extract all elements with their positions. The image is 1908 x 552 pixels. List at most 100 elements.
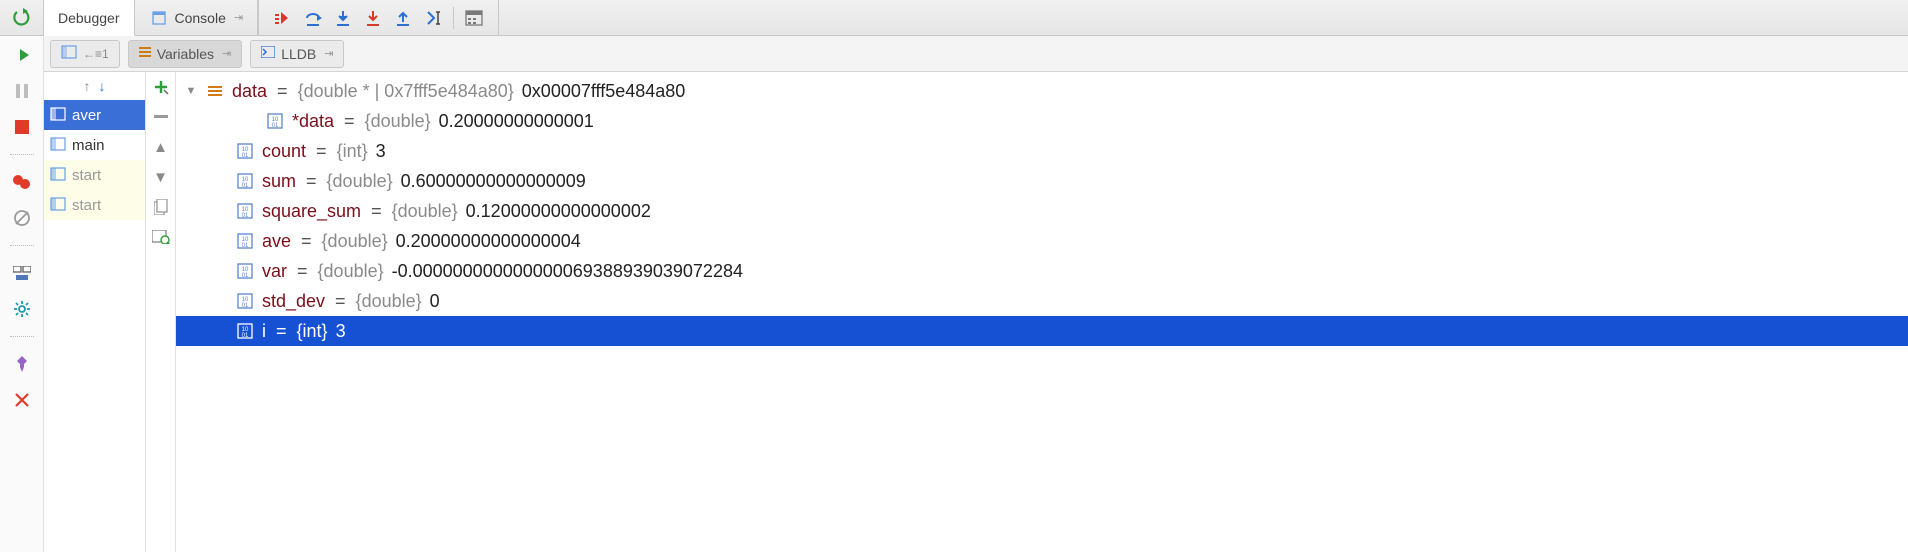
equals-sign: = — [297, 256, 308, 286]
step-into-icon[interactable] — [333, 8, 353, 28]
step-buttons-group — [258, 0, 499, 35]
equals-sign: = — [344, 106, 355, 136]
var-name: std_dev — [262, 286, 325, 316]
lldb-icon — [261, 46, 275, 61]
frames-list[interactable]: aver main start start — [44, 100, 145, 552]
svg-text:01: 01 — [242, 273, 249, 279]
variable-row[interactable]: 1001i={int} 3 — [176, 316, 1908, 346]
var-name: var — [262, 256, 287, 286]
tab-console[interactable]: Console ⇥ — [135, 0, 259, 35]
debugger-content: ←≡1 Variables ⇥ LLDB ⇥ ↑ — [44, 36, 1908, 552]
tab-debugger[interactable]: Debugger — [44, 0, 135, 36]
var-type: {double} — [365, 106, 431, 136]
equals-sign: = — [277, 76, 288, 106]
frame-icon — [50, 167, 66, 183]
equals-sign: = — [301, 226, 312, 256]
var-name: data — [232, 76, 267, 106]
svg-text:01: 01 — [242, 213, 249, 219]
next-frame-icon[interactable]: ↓ — [99, 78, 106, 94]
var-type: {int} — [337, 136, 368, 166]
prev-frame-icon[interactable]: ↑ — [84, 78, 91, 94]
variable-row[interactable]: 1001*data={double} 0.20000000000001 — [176, 106, 1908, 136]
pause-icon[interactable] — [11, 80, 33, 102]
debugger-top-toolbar: Debugger Console ⇥ — [0, 0, 1908, 36]
frame-item[interactable]: aver — [44, 100, 145, 130]
svg-text:01: 01 — [242, 243, 249, 249]
primitive-icon: 1001 — [236, 322, 254, 340]
show-execution-point-icon[interactable] — [273, 8, 293, 28]
rerun-button[interactable] — [0, 0, 44, 35]
variables-action-strip: ▲ ▼ — [146, 72, 176, 552]
force-step-into-icon[interactable] — [363, 8, 383, 28]
frame-icon — [50, 107, 66, 123]
variable-row[interactable]: 1001var={double} -0.00000000000000006938… — [176, 256, 1908, 286]
tab-lldb[interactable]: LLDB ⇥ — [250, 40, 344, 68]
variable-row[interactable]: 1001count={int} 3 — [176, 136, 1908, 166]
settings-gear-icon[interactable] — [11, 298, 33, 320]
tab-label: Debugger — [58, 10, 120, 26]
variable-row[interactable]: ▼data={double * | 0x7fff5e484a80} 0x0000… — [176, 76, 1908, 106]
tool-window-tabs: Debugger Console ⇥ — [44, 0, 258, 35]
tab-variables[interactable]: Variables ⇥ — [128, 40, 243, 68]
pin-icon: ⇥ — [234, 11, 243, 24]
pin-icon: ⇥ — [222, 47, 231, 60]
tab-label: Variables — [157, 46, 214, 62]
primitive-icon: 1001 — [236, 172, 254, 190]
separator — [453, 7, 454, 29]
var-type: {int} — [297, 316, 328, 346]
var-value: 0.12000000000000002 — [466, 196, 651, 226]
separator — [10, 154, 34, 155]
primitive-icon: 1001 — [236, 262, 254, 280]
frame-label: main — [72, 137, 105, 154]
primitive-icon: 1001 — [236, 202, 254, 220]
primitive-icon: 1001 — [236, 142, 254, 160]
variables-tree[interactable]: ▼data={double * | 0x7fff5e484a80} 0x0000… — [176, 72, 1908, 552]
move-down-icon[interactable]: ▼ — [152, 168, 170, 186]
var-type: {double} — [392, 196, 458, 226]
variable-row[interactable]: 1001sum={double} 0.60000000000000009 — [176, 166, 1908, 196]
view-breakpoints-icon[interactable] — [11, 171, 33, 193]
mute-breakpoints-icon[interactable] — [11, 207, 33, 229]
svg-text:01: 01 — [242, 303, 249, 309]
evaluate-expression-icon[interactable] — [464, 8, 484, 28]
stop-icon[interactable] — [11, 116, 33, 138]
variable-row[interactable]: 1001std_dev={double} 0 — [176, 286, 1908, 316]
add-watch-icon[interactable] — [152, 78, 170, 96]
var-name: ave — [262, 226, 291, 256]
variable-row[interactable]: 1001square_sum={double} 0.12000000000000… — [176, 196, 1908, 226]
frame-item[interactable]: start — [44, 190, 145, 220]
primitive-icon: 1001 — [236, 292, 254, 310]
frame-item[interactable]: start — [44, 160, 145, 190]
equals-sign: = — [335, 286, 346, 316]
variable-row[interactable]: 1001ave={double} 0.20000000000000004 — [176, 226, 1908, 256]
frame-label: start — [72, 197, 101, 214]
show-watches-icon[interactable] — [152, 228, 170, 246]
frame-icon — [50, 137, 66, 153]
var-type: {double} — [318, 256, 384, 286]
layout-settings-icon[interactable] — [11, 262, 33, 284]
console-icon — [149, 8, 169, 28]
thread-icon: ←≡1 — [83, 47, 109, 61]
var-name: count — [262, 136, 306, 166]
expand-toggle-icon[interactable]: ▼ — [184, 76, 198, 106]
frame-nav: ↑ ↓ — [44, 72, 145, 100]
separator — [10, 336, 34, 337]
frame-item[interactable]: main — [44, 130, 145, 160]
duplicate-watch-icon[interactable] — [152, 198, 170, 216]
svg-text:01: 01 — [242, 333, 249, 339]
debugger-body: ←≡1 Variables ⇥ LLDB ⇥ ↑ — [0, 36, 1908, 552]
step-out-icon[interactable] — [393, 8, 413, 28]
var-type: {double} — [327, 166, 393, 196]
frames-pin-tab[interactable]: ←≡1 — [50, 40, 120, 68]
pin-tab-icon[interactable] — [11, 353, 33, 375]
run-to-cursor-icon[interactable] — [423, 8, 443, 28]
remove-watch-icon[interactable] — [152, 108, 170, 126]
var-value: 0 — [430, 286, 440, 316]
step-over-icon[interactable] — [303, 8, 323, 28]
var-value: 0.20000000000001 — [439, 106, 594, 136]
move-up-icon[interactable]: ▲ — [152, 138, 170, 156]
var-value: 3 — [376, 136, 386, 166]
close-icon[interactable] — [11, 389, 33, 411]
var-type: {double} — [322, 226, 388, 256]
resume-icon[interactable] — [11, 44, 33, 66]
